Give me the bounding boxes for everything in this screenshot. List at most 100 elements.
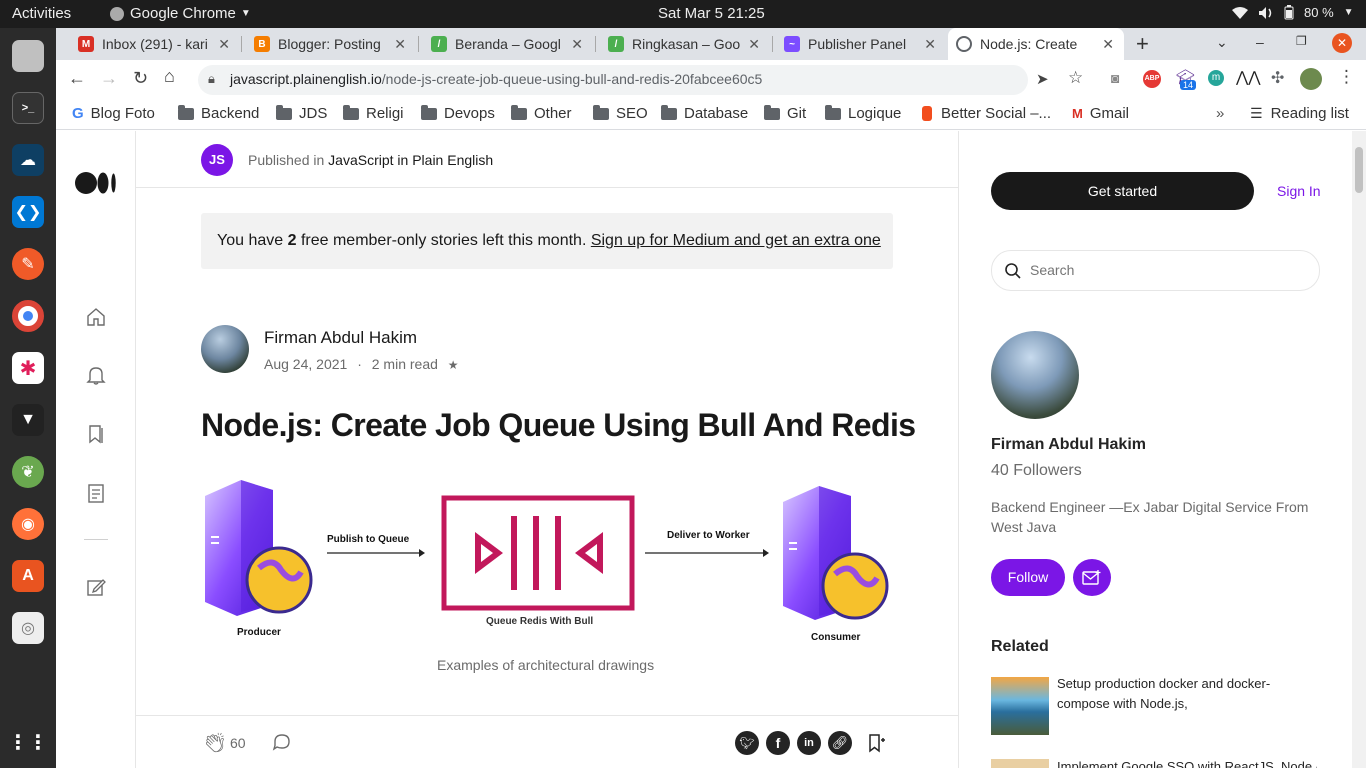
bookmark-gmail[interactable]: M Gmail bbox=[1072, 105, 1129, 122]
leaf-app-icon[interactable]: ❦ bbox=[12, 456, 44, 488]
tab-nodejs-active[interactable]: Node.js: Create ✕ bbox=[948, 28, 1124, 60]
close-icon[interactable]: ✕ bbox=[748, 36, 760, 53]
close-icon[interactable]: ✕ bbox=[924, 36, 936, 53]
save-bookmark-icon[interactable] bbox=[866, 732, 886, 754]
send-icon[interactable]: ➤ bbox=[1036, 70, 1049, 88]
bookmark-folder-religi[interactable]: Religi bbox=[343, 104, 404, 122]
related-item-title[interactable]: Setup production docker and docker-compo… bbox=[1057, 674, 1297, 714]
minimize-icon[interactable]: – bbox=[1256, 34, 1264, 50]
sign-in-link[interactable]: Sign In bbox=[1277, 183, 1321, 199]
puzzle-icon[interactable]: ✣ bbox=[1271, 68, 1284, 88]
related-item-title[interactable]: Implement Google SSO with ReactJS, Node … bbox=[1057, 757, 1317, 768]
sidebar-author-avatar[interactable] bbox=[991, 331, 1079, 419]
app-menu[interactable]: Google Chrome ▼ bbox=[110, 5, 251, 22]
twitter-share-icon[interactable]: 🐦︎ bbox=[735, 731, 759, 755]
followers-count[interactable]: 40 Followers bbox=[991, 462, 1082, 480]
wave-icon[interactable]: ⋀⋀ bbox=[1236, 68, 1261, 86]
linkedin-share-icon[interactable]: in bbox=[797, 731, 821, 755]
dbeaver-icon[interactable]: ▼ bbox=[12, 404, 44, 436]
firefox-icon[interactable]: ◉ bbox=[12, 508, 44, 540]
queue-label: Queue Redis With Bull bbox=[486, 616, 594, 627]
subscribe-email-button[interactable] bbox=[1073, 559, 1111, 596]
m-extension-icon[interactable]: m bbox=[1208, 70, 1224, 86]
medium-logo-icon[interactable] bbox=[75, 171, 117, 195]
software-center-icon[interactable]: A bbox=[12, 560, 44, 592]
activities-button[interactable]: Activities bbox=[12, 5, 71, 22]
signup-link[interactable]: Sign up for Medium and get an extra one bbox=[591, 232, 881, 249]
publication-logo[interactable]: JS bbox=[201, 144, 233, 176]
bookmark-folder-git[interactable]: Git bbox=[764, 104, 806, 122]
related-thumbnail-sso[interactable] bbox=[991, 759, 1049, 768]
home-icon[interactable] bbox=[85, 306, 107, 328]
system-status-area[interactable]: 80 % ▼ bbox=[1232, 5, 1354, 20]
bookmark-folder-database[interactable]: Database bbox=[661, 104, 748, 122]
chrome-dock-icon[interactable] bbox=[12, 300, 44, 332]
copy-link-icon[interactable]: 🔗︎ bbox=[828, 731, 852, 755]
banner-text: You have 2 free member-only stories left… bbox=[217, 232, 881, 250]
bookmark-folder-devops[interactable]: Devops bbox=[421, 104, 495, 122]
clap-icon[interactable]: 👏︎ bbox=[203, 731, 227, 755]
bookmark-star-icon[interactable]: ☆ bbox=[1068, 68, 1083, 88]
disc-icon[interactable]: ◎ bbox=[12, 612, 44, 644]
reading-list-button[interactable]: ☰ Reading list bbox=[1250, 105, 1349, 122]
bookmark-blog-foto[interactable]: G Blog Foto bbox=[72, 105, 155, 122]
bookmark-folder-other[interactable]: Other bbox=[511, 104, 572, 122]
write-icon[interactable] bbox=[85, 576, 107, 598]
bookmark-better-social[interactable]: Better Social –... bbox=[922, 105, 1051, 122]
maximize-icon[interactable]: ❐ bbox=[1296, 34, 1307, 48]
slack-icon[interactable]: ✱ bbox=[12, 352, 44, 384]
adblock-icon[interactable]: ABP bbox=[1143, 70, 1161, 88]
bookmarks-icon[interactable] bbox=[85, 423, 107, 445]
sidebar-author-name[interactable]: Firman Abdul Hakim bbox=[991, 436, 1146, 454]
close-icon[interactable]: ✕ bbox=[394, 36, 406, 53]
camera-icon[interactable]: ◙ bbox=[1111, 70, 1119, 86]
menu-icon[interactable]: ⋮ bbox=[1338, 67, 1355, 87]
window-close-icon[interactable]: ✕ bbox=[1332, 33, 1352, 53]
show-apps-icon[interactable]: ⋮⋮ bbox=[8, 726, 48, 758]
tab-inbox[interactable]: M Inbox (291) - kari ✕ bbox=[70, 28, 240, 60]
clock[interactable]: Sat Mar 5 21:25 bbox=[658, 5, 765, 22]
bookmark-label: Religi bbox=[366, 105, 404, 122]
publication-link[interactable]: JavaScript in Plain English bbox=[328, 152, 493, 168]
stories-icon[interactable] bbox=[85, 482, 107, 504]
bookmark-folder-logique[interactable]: Logique bbox=[825, 104, 901, 122]
tab-beranda[interactable]: / Beranda – Googl ✕ bbox=[423, 28, 593, 60]
close-icon[interactable]: ✕ bbox=[1102, 36, 1114, 53]
deliver-label: Deliver to Worker bbox=[667, 530, 750, 541]
comment-icon[interactable] bbox=[272, 732, 292, 752]
new-tab-icon[interactable]: + bbox=[1136, 31, 1149, 57]
profile-avatar[interactable] bbox=[1300, 68, 1322, 90]
close-icon[interactable]: ✕ bbox=[571, 36, 583, 53]
files-icon[interactable] bbox=[12, 40, 44, 72]
back-icon[interactable]: ← bbox=[68, 68, 86, 89]
author-avatar[interactable] bbox=[201, 325, 249, 373]
address-bar[interactable]: 🔒︎ javascript.plainenglish.io/node-js-cr… bbox=[198, 65, 1083, 95]
notifications-bell-icon[interactable] bbox=[85, 364, 107, 386]
tab-publisher[interactable]: ~ Publisher Panel ✕ bbox=[776, 28, 946, 60]
bookmark-folder-jds[interactable]: JDS bbox=[276, 104, 327, 122]
search-input[interactable] bbox=[1030, 260, 1300, 280]
cloud-app-icon[interactable]: ☁ bbox=[12, 144, 44, 176]
vscode-icon[interactable]: ❮❯ bbox=[12, 196, 44, 228]
postman-icon[interactable]: ✎ bbox=[12, 248, 44, 280]
get-started-button[interactable]: Get started bbox=[991, 172, 1254, 210]
home-icon[interactable]: ⌂ bbox=[164, 66, 175, 87]
bookmark-folder-seo[interactable]: SEO bbox=[593, 104, 648, 122]
facebook-share-icon[interactable]: f bbox=[766, 731, 790, 755]
tab-ringkasan[interactable]: / Ringkasan – Goo ✕ bbox=[600, 28, 770, 60]
follow-button[interactable]: Follow bbox=[991, 559, 1065, 596]
reload-icon[interactable]: ↻ bbox=[133, 68, 148, 89]
bookmarks-overflow-icon[interactable]: » bbox=[1216, 105, 1224, 122]
search-box[interactable] bbox=[991, 250, 1320, 291]
forward-icon[interactable]: → bbox=[100, 68, 118, 89]
related-thumbnail-docker[interactable] bbox=[991, 677, 1049, 735]
tab-blogger[interactable]: B Blogger: Posting ✕ bbox=[246, 28, 416, 60]
page-scrollbar[interactable] bbox=[1352, 131, 1366, 768]
chevron-down-icon: ▼ bbox=[240, 8, 251, 19]
tab-search-icon[interactable]: ⌄ bbox=[1216, 34, 1228, 51]
scrollbar-thumb[interactable] bbox=[1355, 147, 1363, 193]
close-icon[interactable]: ✕ bbox=[218, 36, 230, 53]
terminal-icon[interactable]: >_ bbox=[12, 92, 44, 124]
author-name[interactable]: Firman Abdul Hakim bbox=[264, 328, 417, 348]
bookmark-folder-backend[interactable]: Backend bbox=[178, 104, 259, 122]
